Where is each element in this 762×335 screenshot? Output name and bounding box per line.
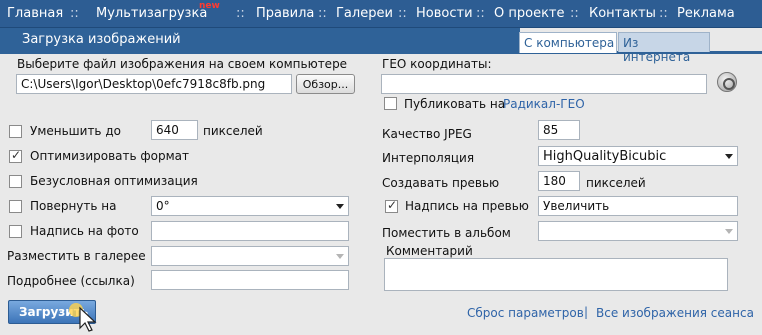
preview-size-input[interactable]: 180 xyxy=(538,171,580,191)
photo-caption-label: Надпись на фото xyxy=(30,224,139,238)
file-path-input[interactable]: C:\Users\Igor\Desktop\0efc7918c8fb.png xyxy=(16,74,292,94)
chevron-down-icon xyxy=(336,204,344,209)
interpolation-label: Интерполяция xyxy=(382,151,475,165)
geo-input[interactable] xyxy=(381,74,707,94)
nav-separator: :: xyxy=(318,6,327,21)
nav-galleries[interactable]: Галереи xyxy=(336,6,393,21)
chevron-down-icon xyxy=(336,254,344,259)
page-title: Загрузка изображений xyxy=(0,28,520,51)
chevron-down-icon xyxy=(725,229,733,234)
preview-unit-label: пикселей xyxy=(586,176,646,190)
top-navigation: Главная :: Мультизагрузка new :: Правила… xyxy=(0,0,762,28)
preview-caption-input[interactable]: Увеличить xyxy=(538,196,738,216)
nav-about[interactable]: О проекте xyxy=(494,6,565,21)
reduce-unit-label: пикселей xyxy=(203,124,263,138)
nav-separator: :: xyxy=(70,6,79,21)
nav-separator: :: xyxy=(659,6,668,21)
rotate-label: Повернуть на xyxy=(30,199,117,213)
rotate-checkbox[interactable] xyxy=(9,200,22,213)
footer-divider: | xyxy=(584,305,589,319)
reduce-checkbox[interactable] xyxy=(9,125,22,138)
album-label: Поместить в альбом xyxy=(382,226,511,240)
comment-textarea[interactable] xyxy=(384,258,728,291)
force-optimize-label: Безусловная оптимизация xyxy=(30,174,198,188)
publish-geo-label: Публиковать на xyxy=(404,97,506,111)
nav-separator: :: xyxy=(398,6,407,21)
nav-rules[interactable]: Правила xyxy=(256,6,314,21)
nav-ads[interactable]: Реклама xyxy=(677,6,735,21)
album-select[interactable] xyxy=(538,221,738,241)
tab-from-internet[interactable]: Из интернета xyxy=(618,32,710,64)
reset-parameters-link[interactable]: Сброс параметров xyxy=(467,306,584,320)
preview-label: Создавать превью xyxy=(382,176,500,190)
gallery-label: Разместить в галерее xyxy=(7,249,146,263)
rotate-select[interactable]: 0° xyxy=(151,196,349,216)
rotate-value: 0° xyxy=(156,199,170,213)
interpolation-select[interactable]: HighQualityBicubic xyxy=(538,146,738,166)
nav-separator: :: xyxy=(476,6,485,21)
browse-button[interactable]: Обзор... xyxy=(296,74,355,94)
nav-separator: :: xyxy=(236,6,245,21)
optimize-format-label: Оптимизировать формат xyxy=(30,149,189,163)
radikal-geo-link[interactable]: Радикал-ГЕО xyxy=(503,97,585,111)
mouse-cursor-icon xyxy=(69,303,97,332)
nav-home[interactable]: Главная xyxy=(7,6,63,21)
new-badge: new xyxy=(199,1,220,11)
preview-caption-label: Надпись на превью xyxy=(405,199,529,213)
tab-from-computer[interactable]: С компьютера xyxy=(519,32,617,53)
geo-label: ГЕО координаты: xyxy=(382,57,492,71)
globe-icon[interactable] xyxy=(717,72,737,92)
photo-caption-checkbox[interactable] xyxy=(9,225,22,238)
jpeg-quality-label: Качество JPEG xyxy=(382,127,472,141)
optimize-format-checkbox[interactable] xyxy=(9,148,22,163)
gallery-select[interactable] xyxy=(151,246,349,266)
details-link-label: Подробнее (ссылка) xyxy=(7,274,135,288)
reduce-size-input[interactable]: 640 xyxy=(151,120,198,140)
details-link-input[interactable] xyxy=(151,270,349,290)
all-session-images-link[interactable]: Все изображения сеанса xyxy=(596,306,754,320)
interpolation-value: HighQualityBicubic xyxy=(543,149,667,164)
reduce-label: Уменьшить до xyxy=(30,124,121,138)
preview-caption-checkbox[interactable] xyxy=(385,198,398,213)
publish-geo-checkbox[interactable] xyxy=(384,97,397,110)
chevron-down-icon xyxy=(725,154,733,159)
photo-caption-input[interactable] xyxy=(151,221,349,241)
file-label: Выберите файл изображения на своем компь… xyxy=(17,57,348,71)
force-optimize-checkbox[interactable] xyxy=(9,175,22,188)
nav-contacts[interactable]: Контакты xyxy=(589,6,656,21)
comment-label: Комментарий xyxy=(386,244,473,258)
nav-news[interactable]: Новости xyxy=(416,6,473,21)
nav-multiupload[interactable]: Мультизагрузка xyxy=(96,6,207,21)
nav-separator: :: xyxy=(570,6,579,21)
jpeg-quality-input[interactable]: 85 xyxy=(538,120,580,140)
